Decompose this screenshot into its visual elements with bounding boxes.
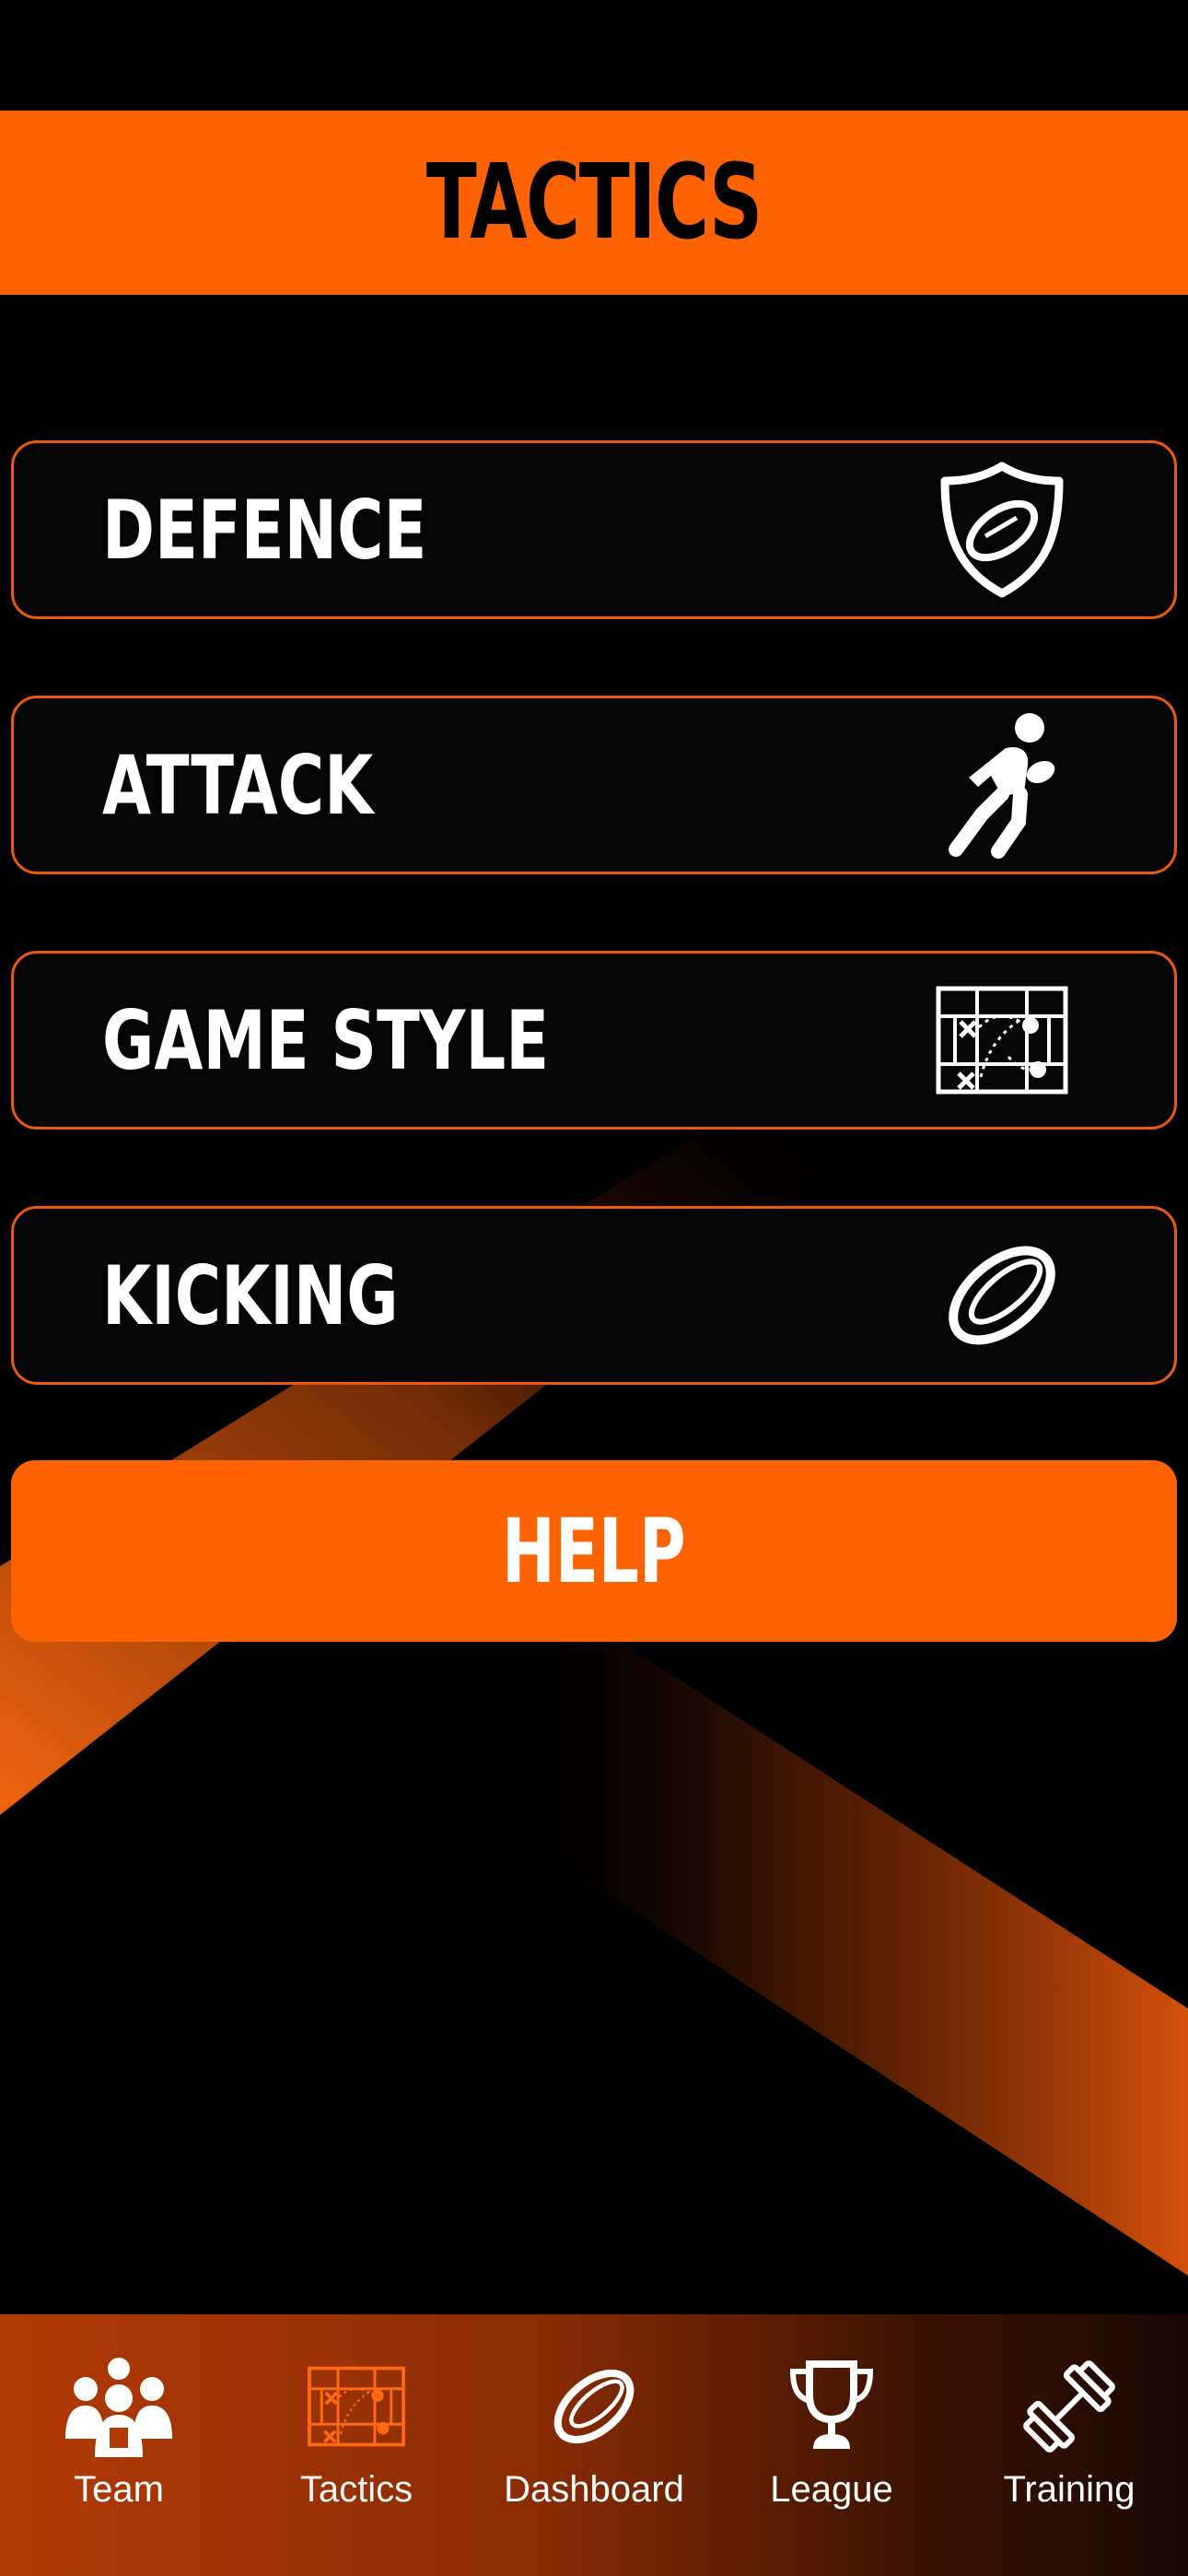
menu-item-kicking[interactable]: KICKING (11, 1206, 1177, 1385)
menu-item-defence[interactable]: DEFENCE (11, 440, 1177, 619)
trophy-icon (773, 2348, 891, 2465)
tab-training[interactable]: Training (950, 2314, 1188, 2576)
dumbbell-icon (1010, 2348, 1128, 2465)
tab-label: Dashboard (504, 2469, 684, 2510)
help-button[interactable]: HELP (11, 1460, 1177, 1642)
shield-ball-icon (933, 461, 1071, 599)
tab-label: Team (74, 2469, 164, 2510)
tab-tactics[interactable]: Tactics (238, 2314, 475, 2576)
menu-item-label: DEFENCE (102, 482, 427, 578)
bottom-tab-bar: Team Tactics Dashboard League Training (0, 2314, 1188, 2576)
tab-team[interactable]: Team (0, 2314, 238, 2576)
tab-label: Tactics (299, 2469, 413, 2510)
tab-league[interactable]: League (713, 2314, 950, 2576)
menu-item-attack[interactable]: ATTACK (11, 696, 1177, 874)
tactics-board-icon (297, 2348, 415, 2465)
menu-item-label: GAME STYLE (102, 992, 550, 1088)
header-bar: TACTICS (0, 111, 1188, 295)
rugby-ball-icon (535, 2348, 653, 2465)
tab-label: Training (1003, 2469, 1136, 2510)
tab-dashboard[interactable]: Dashboard (475, 2314, 713, 2576)
runner-with-ball-icon (933, 713, 1071, 859)
menu-item-label: KICKING (102, 1247, 399, 1343)
team-icon (60, 2348, 178, 2465)
page-title: TACTICS (425, 143, 763, 263)
menu-item-game-style[interactable]: GAME STYLE (11, 951, 1177, 1130)
tab-label: League (770, 2469, 893, 2510)
help-label: HELP (502, 1499, 686, 1603)
menu-item-label: ATTACK (102, 737, 374, 833)
rugby-ball-icon (933, 1226, 1071, 1364)
tactics-board-icon (933, 971, 1071, 1109)
